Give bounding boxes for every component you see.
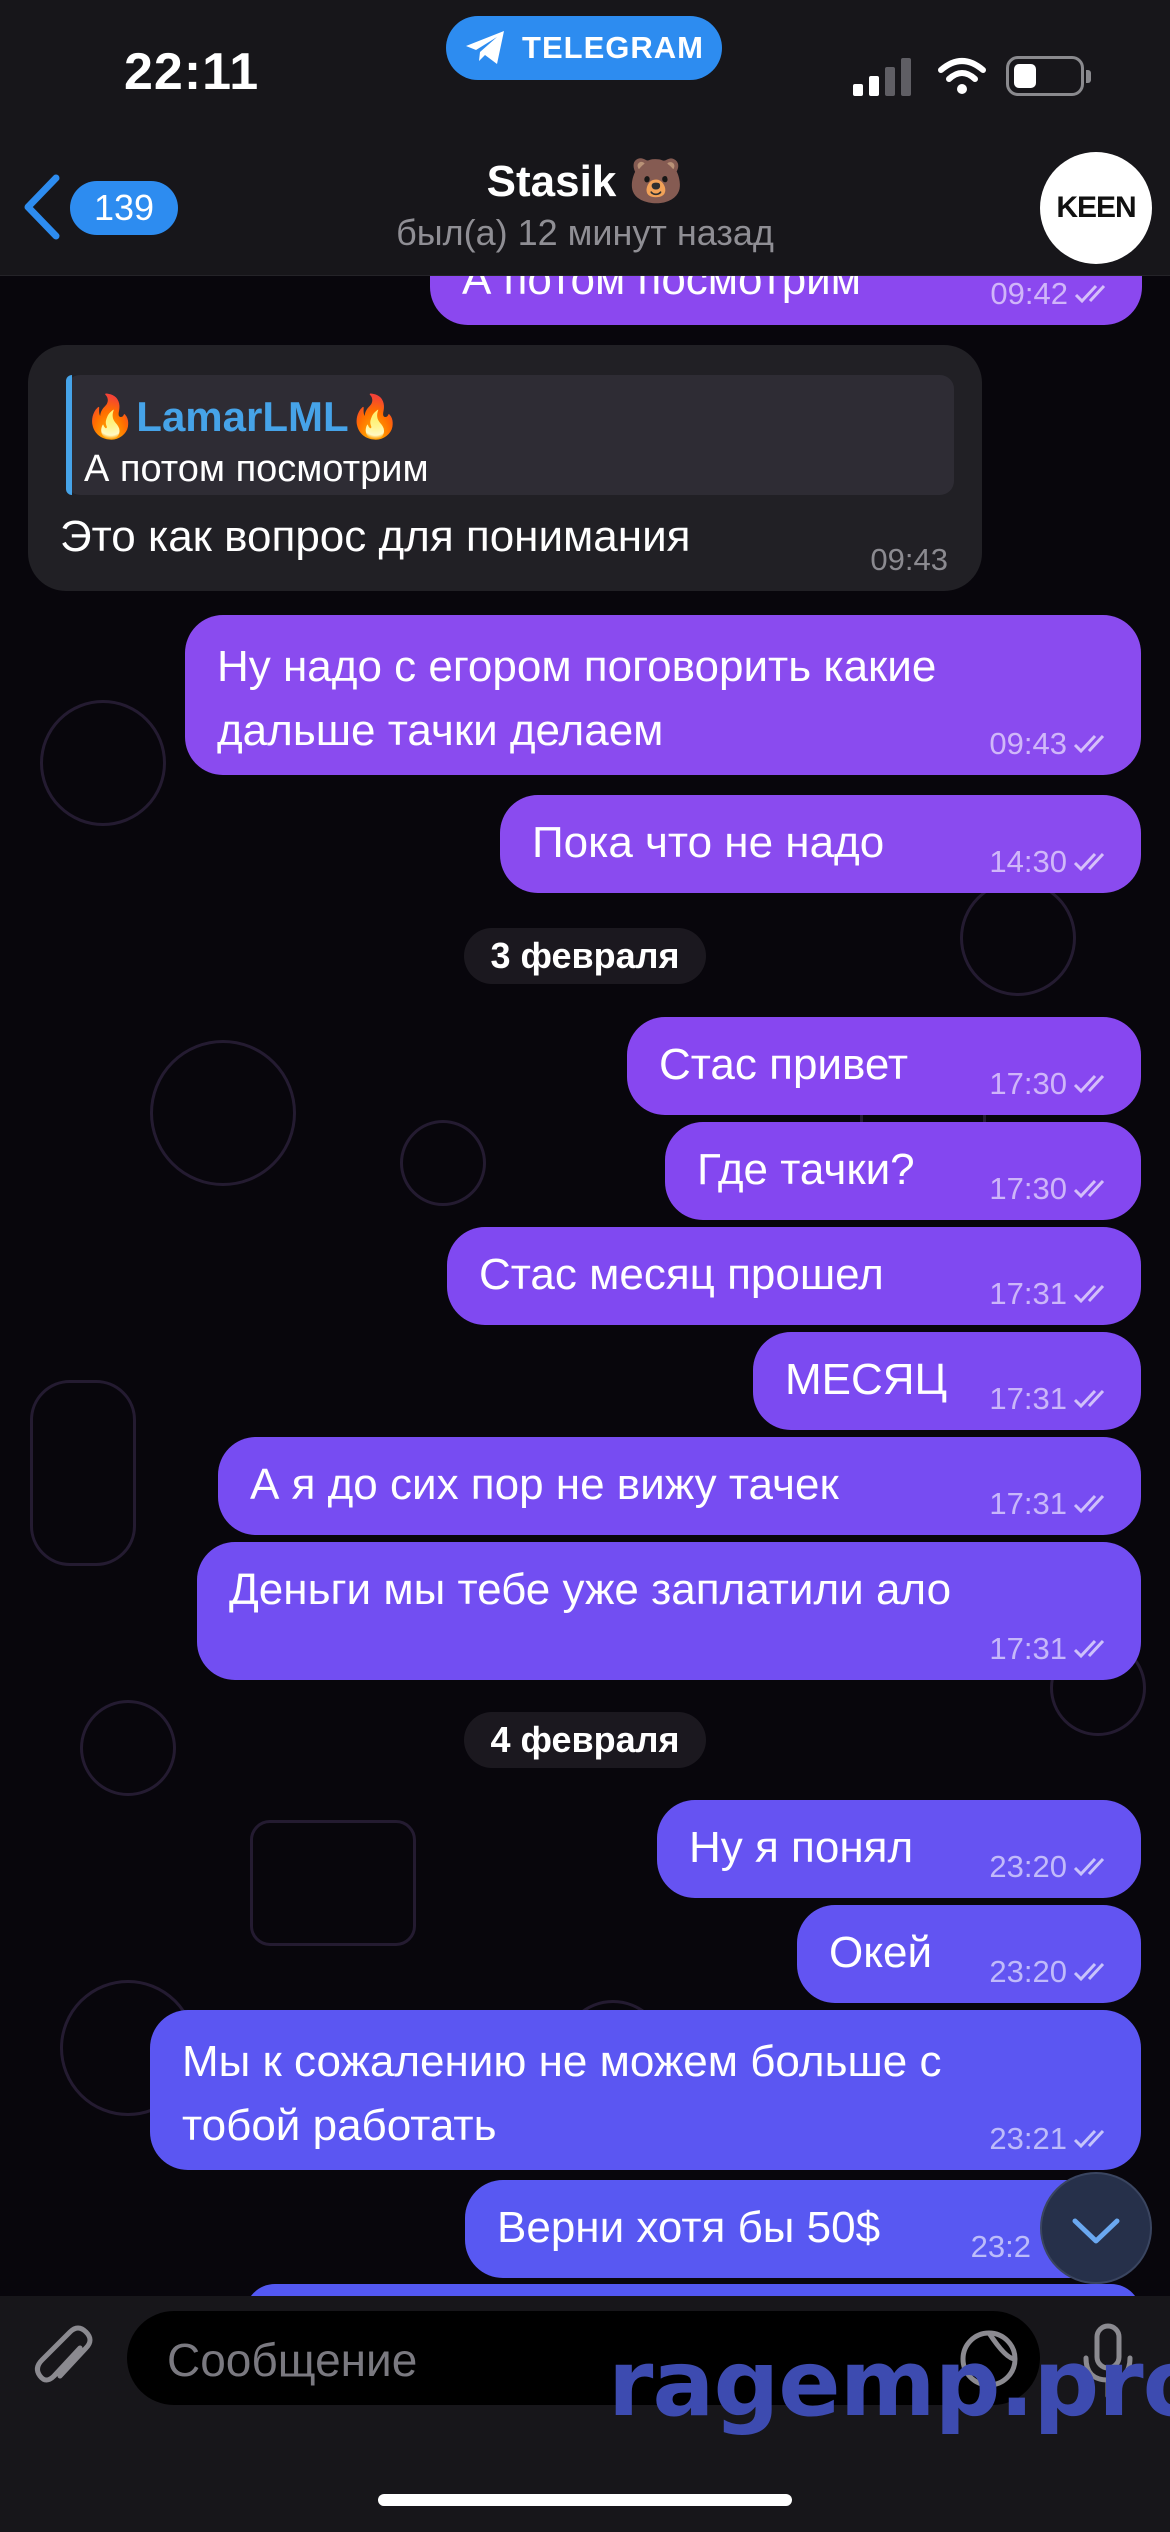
message-text: А я до сих пор не вижу тачек — [250, 1460, 839, 1509]
double-check-icon — [1073, 1179, 1105, 1199]
fire-icon: 🔥 — [348, 393, 401, 440]
message-text: Мы к сожалению не можем больше с — [182, 2037, 942, 2086]
message-meta: 23:2 — [970, 2229, 1031, 2264]
double-check-icon — [1073, 1857, 1105, 1877]
message-input-placeholder: Сообщение — [167, 2334, 418, 2386]
date-separator: 4 февраля — [464, 1712, 706, 1768]
message-bubble[interactable]: Мы к сожалению не можем больше с тобой р… — [150, 2010, 1141, 2170]
double-check-icon — [1073, 1639, 1105, 1659]
message-meta: 09:43 — [989, 727, 1113, 761]
message-meta: 17:31 — [989, 1382, 1113, 1416]
double-check-icon — [1073, 734, 1105, 754]
telegram-icon — [466, 31, 505, 64]
message-bubble[interactable]: МЕСЯЦ 17:31 — [753, 1332, 1141, 1430]
message-meta: 23:20 — [989, 1955, 1113, 1989]
double-check-icon — [1073, 2129, 1105, 2149]
message-text: Окей — [829, 1928, 933, 1977]
message-bubble[interactable]: Ну я понял 23:20 — [657, 1800, 1141, 1898]
fire-icon: 🔥 — [84, 393, 137, 440]
message-meta: 17:31 — [989, 1277, 1113, 1311]
reply-quote[interactable]: 🔥LamarLML🔥 А потом посмотрим — [66, 375, 954, 495]
message-meta: 17:31 — [989, 1487, 1113, 1521]
message-meta: 23:21 — [989, 2122, 1113, 2156]
chevron-down-icon — [1072, 2218, 1120, 2244]
double-check-icon — [1073, 852, 1105, 872]
message-bubble[interactable]: Ну надо с егором поговорить какие дальше… — [185, 615, 1141, 775]
double-check-icon — [1073, 1389, 1105, 1409]
message-bubble-incoming[interactable]: 🔥LamarLML🔥 А потом посмотрим Это как воп… — [28, 345, 982, 591]
message-bubble[interactable]: Окей 23:20 — [797, 1905, 1141, 2003]
message-meta: 17:30 — [989, 1172, 1113, 1206]
reply-accent-bar — [66, 375, 72, 495]
signal-icon — [853, 58, 911, 96]
avatar[interactable]: KEEN — [1040, 152, 1152, 264]
status-bar: 22:11 TELEGRAM — [0, 0, 1170, 140]
message-bubble[interactable]: Стас привет 17:30 — [627, 1017, 1141, 1115]
message-text: Стас месяц прошел — [479, 1250, 884, 1299]
double-check-icon — [1073, 1074, 1105, 1094]
message-meta: 23:20 — [989, 1850, 1113, 1884]
double-check-icon — [1074, 284, 1106, 304]
battery-icon — [1006, 56, 1091, 96]
last-seen-status: был(а) 12 минут назад — [396, 212, 774, 253]
message-text: Где тачки? — [697, 1145, 915, 1194]
message-text: МЕСЯЦ — [785, 1355, 948, 1404]
message-text: Верни хотя бы 50$ — [497, 2203, 881, 2252]
home-indicator[interactable] — [378, 2494, 792, 2506]
message-text: Это как вопрос для понимания — [60, 512, 691, 561]
message-bubble[interactable]: Стас месяц прошел 17:31 — [447, 1227, 1141, 1325]
clock: 22:11 — [124, 43, 260, 101]
double-check-icon — [1073, 1494, 1105, 1514]
double-check-icon — [1073, 1284, 1105, 1304]
message-meta: 17:30 — [989, 1067, 1113, 1101]
message-meta: 17:31 — [989, 1632, 1113, 1666]
message-bubble[interactable]: Где тачки? 17:30 — [665, 1122, 1141, 1220]
watermark: ragemp.pro — [608, 2330, 1170, 2437]
telegram-pill-label: TELEGRAM — [522, 30, 704, 65]
message-bubble[interactable]: Деньги мы тебе уже заплатили ало 17:31 — [197, 1542, 1141, 1680]
emoji-icon: 🐻 — [628, 157, 684, 206]
wifi-icon — [938, 58, 986, 94]
message-meta: 14:30 — [989, 845, 1113, 879]
telegram-pill[interactable]: TELEGRAM — [446, 16, 722, 80]
scroll-to-bottom-button[interactable] — [1040, 2172, 1152, 2284]
date-separator: 3 февраля — [464, 928, 706, 984]
chat-title[interactable]: Stasik 🐻 — [0, 155, 1170, 207]
message-meta: 09:43 — [870, 542, 948, 577]
double-check-icon — [1073, 1962, 1105, 1982]
message-bubble[interactable]: Пока что не надо 14:30 — [500, 795, 1141, 893]
paperclip-icon[interactable] — [28, 2320, 100, 2400]
message-meta: 09:42 — [990, 277, 1114, 311]
message-text: Ну я понял — [689, 1823, 914, 1872]
message-bubble[interactable]: А я до сих пор не вижу тачек 17:31 — [218, 1437, 1141, 1535]
message-text: Деньги мы тебе уже заплатили ало — [229, 1565, 952, 1614]
message-text-line2: тобой работать — [182, 2101, 497, 2150]
message-text: Ну надо с егором поговорить какие — [217, 642, 937, 691]
reply-text: А потом посмотрим — [84, 448, 429, 490]
message-text: Стас привет — [659, 1040, 909, 1089]
message-text: Пока что не надо — [532, 818, 885, 867]
message-text-line2: дальше тачки делаем — [217, 706, 664, 755]
